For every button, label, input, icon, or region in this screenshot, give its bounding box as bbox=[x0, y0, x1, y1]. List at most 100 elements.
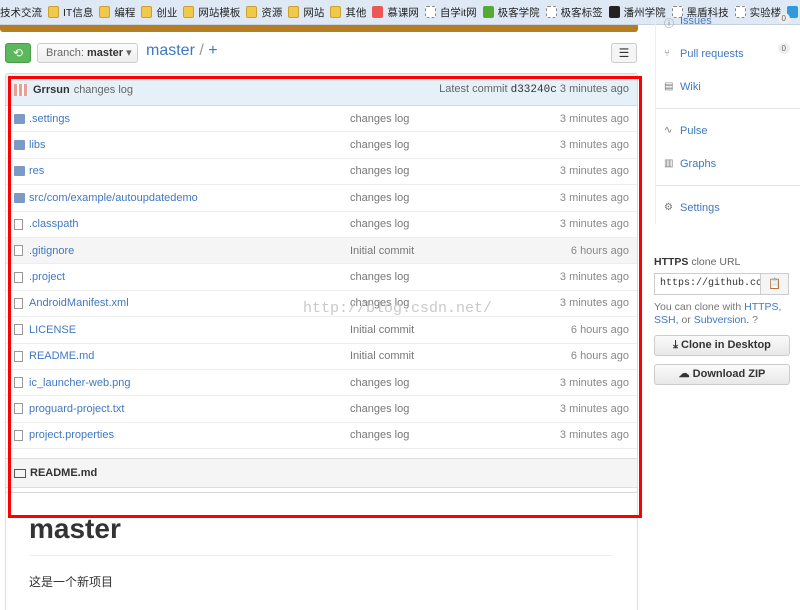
commit-message-link[interactable]: changes log bbox=[350, 165, 550, 177]
commit-message-link[interactable]: changes log bbox=[350, 113, 550, 125]
readme-header: README.md bbox=[5, 458, 638, 488]
commit-message-link[interactable]: changes log bbox=[350, 271, 550, 283]
bookmark-label: 创业 bbox=[156, 6, 178, 19]
folder-icon bbox=[246, 6, 258, 18]
bookmark-label: 网站模板 bbox=[198, 6, 241, 19]
file-age: 3 minutes ago bbox=[559, 139, 629, 152]
commit-message[interactable]: changes log bbox=[74, 84, 133, 96]
folder-icon bbox=[141, 6, 153, 18]
download-zip-button[interactable]: ☁ Download ZIP bbox=[654, 364, 790, 385]
file-name-link[interactable]: project.properties bbox=[29, 429, 350, 441]
file-list: Grrsun changes log Latest commit d33240c… bbox=[5, 73, 638, 493]
help-text: or bbox=[681, 314, 691, 326]
graph-icon: ▥ bbox=[664, 158, 674, 169]
nav-graphs[interactable]: ▥ Graphs bbox=[656, 147, 800, 180]
divider bbox=[29, 555, 613, 556]
new-file-button[interactable]: + bbox=[208, 42, 217, 59]
nav-pulse[interactable]: ∿ Pulse bbox=[656, 114, 800, 147]
file-icon bbox=[14, 324, 23, 336]
bookmark-item[interactable]: 其他 bbox=[330, 5, 366, 20]
file-name-link[interactable]: res bbox=[29, 165, 350, 177]
divider bbox=[656, 108, 800, 109]
https-link[interactable]: HTTPS, bbox=[744, 301, 781, 313]
clone-desktop-button[interactable]: ⤓ Clone in Desktop bbox=[654, 335, 790, 356]
bookmark-item[interactable]: 自学it网 bbox=[424, 5, 477, 20]
c-icon bbox=[608, 6, 620, 18]
bookmark-item[interactable]: IT信息 bbox=[48, 5, 93, 20]
bookmark-item[interactable]: 极客学院 bbox=[482, 5, 540, 20]
file-icon bbox=[14, 377, 23, 389]
file-row: libs changes log 3 minutes ago bbox=[6, 132, 637, 159]
commit-message-link[interactable]: Initial commit bbox=[350, 350, 550, 362]
branch-name: master bbox=[86, 47, 124, 59]
file-name-link[interactable]: README.md bbox=[29, 350, 350, 362]
readme-text: 这是一个新项目 bbox=[29, 575, 114, 589]
geek-icon bbox=[482, 6, 494, 18]
file-age: 3 minutes ago bbox=[559, 402, 629, 415]
folder-icon bbox=[14, 166, 25, 177]
folder-icon bbox=[14, 192, 25, 203]
book-icon: ▤ bbox=[664, 81, 674, 92]
file-name-link[interactable]: libs bbox=[29, 139, 350, 151]
page-icon bbox=[424, 6, 436, 18]
nav-label: Graphs bbox=[680, 157, 717, 170]
nav-label: Wiki bbox=[680, 80, 701, 93]
bookmark-item[interactable]: 慕课网 bbox=[372, 5, 419, 20]
readme-body bbox=[5, 490, 638, 610]
file-name-link[interactable]: .classpath bbox=[29, 218, 350, 230]
bookmark-item[interactable]: 技术交流 bbox=[0, 5, 42, 20]
commit-message-link[interactable]: changes log bbox=[350, 377, 550, 389]
ssh-link[interactable]: SSH, bbox=[654, 314, 679, 326]
help-icon[interactable]: ? bbox=[752, 314, 758, 326]
bookmark-item[interactable]: 创业 bbox=[141, 5, 177, 20]
file-icon bbox=[14, 245, 23, 257]
file-name-link[interactable]: .project bbox=[29, 271, 350, 283]
commit-message-link[interactable]: Initial commit bbox=[350, 245, 550, 257]
subversion-link[interactable]: Subversion. bbox=[694, 314, 749, 326]
commit-age: 3 minutes ago bbox=[559, 83, 629, 95]
file-name-link[interactable]: .settings bbox=[29, 113, 350, 125]
nav-pull-requests[interactable]: ⑂ Pull requests 0 bbox=[656, 37, 800, 70]
clone-url-input[interactable]: https://github.cc bbox=[654, 273, 761, 295]
list-view-button[interactable]: ☰ bbox=[611, 43, 637, 63]
nav-settings[interactable]: ⚙ Settings bbox=[656, 191, 800, 224]
file-name-link[interactable]: src/com/example/autoupdatedemo bbox=[29, 192, 350, 204]
folder-icon bbox=[48, 6, 59, 18]
bookmark-item[interactable]: 资源 bbox=[246, 5, 282, 20]
bookmark-item[interactable]: 极客标签 bbox=[545, 5, 603, 20]
file-name-link[interactable]: proguard-project.txt bbox=[29, 403, 350, 415]
commit-message-link[interactable]: changes log bbox=[350, 139, 550, 151]
copy-clipboard-button[interactable]: 📋 bbox=[761, 273, 789, 295]
readme-title: master bbox=[29, 513, 121, 544]
bookmark-label: 网站 bbox=[303, 6, 325, 19]
repo-sidebar: ⓘ Issues 0 ⑂ Pull requests 0 ▤ Wiki ∿ Pulse ▥ G… bbox=[655, 13, 800, 224]
button-label: Clone in Desktop bbox=[681, 339, 771, 351]
commit-message-link[interactable]: changes log bbox=[350, 218, 550, 230]
commit-sha[interactable]: d33240c bbox=[511, 84, 557, 96]
bookmark-item[interactable]: 网站模板 bbox=[183, 5, 240, 20]
file-age: 6 hours ago bbox=[570, 323, 629, 336]
commit-author[interactable]: Grrsun bbox=[33, 84, 70, 96]
commit-message-link[interactable]: changes log bbox=[350, 403, 550, 415]
file-row: README.md Initial commit 6 hours ago bbox=[6, 344, 637, 370]
commit-message-link[interactable]: changes log bbox=[350, 192, 550, 204]
branch-selector[interactable]: Branch: master ▾ bbox=[37, 43, 138, 63]
bookmark-item[interactable]: 网站 bbox=[288, 5, 324, 20]
folder-icon bbox=[99, 6, 111, 18]
bookmark-label: 慕课网 bbox=[387, 6, 419, 19]
commit-message-link[interactable]: changes log bbox=[350, 429, 550, 441]
nav-wiki[interactable]: ▤ Wiki bbox=[656, 70, 800, 103]
compare-button[interactable]: ⟲ bbox=[5, 43, 31, 63]
commit-message-link[interactable]: Initial commit bbox=[350, 324, 550, 336]
bookmark-label: 资源 bbox=[261, 6, 283, 19]
file-name-link[interactable]: AndroidManifest.xml bbox=[29, 297, 350, 309]
nav-issues[interactable]: ⓘ Issues 0 bbox=[656, 13, 800, 37]
bookmark-item[interactable]: 编程 bbox=[99, 5, 135, 20]
file-name-link[interactable]: LICENSE bbox=[29, 324, 350, 336]
book-icon bbox=[14, 468, 26, 478]
file-name-link[interactable]: ic_launcher-web.png bbox=[29, 377, 350, 389]
file-age: 3 minutes ago bbox=[559, 191, 629, 204]
pulse-icon: ∿ bbox=[664, 125, 673, 136]
repo-link[interactable]: master bbox=[146, 42, 195, 59]
file-name-link[interactable]: .gitignore bbox=[29, 245, 350, 257]
